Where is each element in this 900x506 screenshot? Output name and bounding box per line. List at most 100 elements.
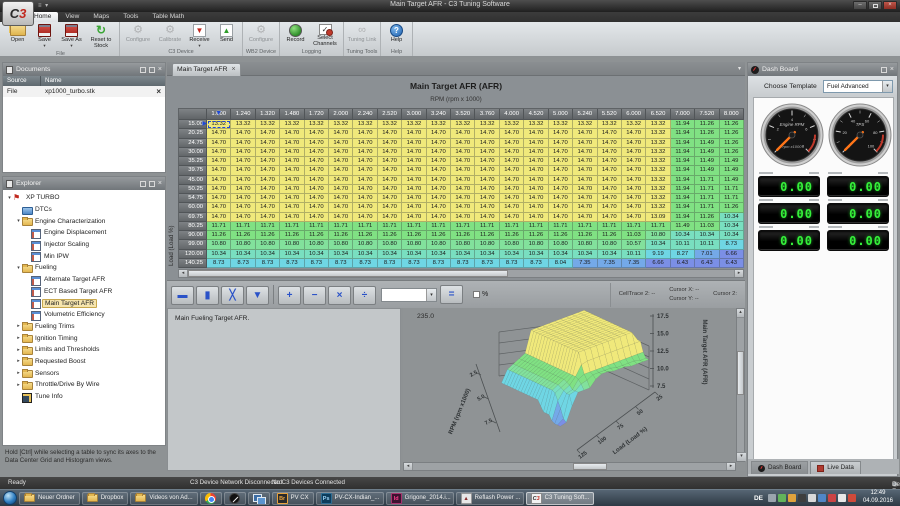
table-cell[interactable]: 14.70 bbox=[549, 194, 573, 203]
divide-button[interactable]: ÷ bbox=[353, 286, 376, 305]
table-cell[interactable]: 14.70 bbox=[549, 166, 573, 175]
expander-icon[interactable]: ▸ bbox=[15, 358, 22, 364]
taskbar-item-pv-cx[interactable]: BrPV CX bbox=[272, 492, 314, 505]
table-cell[interactable]: 14.70 bbox=[305, 203, 329, 212]
table-cell[interactable]: 14.70 bbox=[207, 194, 231, 203]
table-cell[interactable]: 8.73 bbox=[305, 259, 329, 268]
send-button[interactable]: ▲Send bbox=[213, 23, 240, 48]
tray-icon-7[interactable] bbox=[828, 494, 836, 502]
table-cell[interactable]: 14.70 bbox=[231, 194, 255, 203]
subtract-button[interactable]: − bbox=[303, 286, 326, 305]
tree-item-tune-info[interactable]: Tune Info bbox=[3, 391, 165, 403]
tree-item-xp-turbo[interactable]: ▾⚑XP TURBO bbox=[3, 192, 165, 204]
table-cell[interactable]: 14.70 bbox=[451, 185, 475, 194]
table-cell[interactable]: 10.80 bbox=[549, 240, 573, 249]
table-cell[interactable]: 11.49 bbox=[720, 157, 744, 166]
table-cell[interactable]: 14.70 bbox=[598, 194, 622, 203]
table-cell[interactable]: 10.80 bbox=[500, 240, 524, 249]
table-cell[interactable]: 10.34 bbox=[720, 231, 744, 240]
column-header-6.000[interactable]: 6.000 bbox=[622, 109, 646, 120]
table-cell[interactable]: 13.32 bbox=[646, 194, 670, 203]
tree-item-requested-boost[interactable]: ▸Requested Boost bbox=[3, 356, 165, 368]
table-cell[interactable]: 11.71 bbox=[475, 222, 499, 231]
table-cell[interactable]: 14.70 bbox=[573, 157, 597, 166]
table-cell[interactable]: 14.70 bbox=[427, 139, 451, 148]
table-cell[interactable]: 14.70 bbox=[573, 203, 597, 212]
table-cell[interactable]: 8.73 bbox=[378, 259, 402, 268]
table-cell[interactable]: 14.70 bbox=[573, 176, 597, 185]
table-cell[interactable]: 14.70 bbox=[598, 148, 622, 157]
table-cell[interactable]: 10.34 bbox=[695, 231, 719, 240]
table-cell[interactable]: 11.71 bbox=[427, 222, 451, 231]
tree-item-min-ipw[interactable]: Min IPW bbox=[3, 250, 165, 262]
table-cell[interactable]: 11.26 bbox=[695, 129, 719, 138]
ribbon-tab-maps[interactable]: Maps bbox=[86, 12, 116, 22]
expander-icon[interactable]: ▸ bbox=[15, 347, 22, 353]
table-cell[interactable]: 14.70 bbox=[256, 203, 280, 212]
expander-icon[interactable]: ▸ bbox=[15, 335, 22, 341]
table-cell[interactable]: 11.71 bbox=[695, 203, 719, 212]
column-header-5.000[interactable]: 5.000 bbox=[549, 109, 573, 120]
table-cell[interactable]: 10.80 bbox=[451, 240, 475, 249]
table-cell[interactable]: 11.26 bbox=[524, 231, 548, 240]
column-header-1.000[interactable]: 1.000▼ bbox=[207, 109, 231, 120]
table-cell[interactable]: 14.70 bbox=[427, 148, 451, 157]
table-cell[interactable]: 11.94 bbox=[671, 139, 695, 148]
panel-window-icon[interactable] bbox=[140, 67, 146, 73]
table-cell[interactable]: 14.70 bbox=[207, 213, 231, 222]
table-cell[interactable]: 14.70 bbox=[305, 139, 329, 148]
table-cell[interactable]: 14.70 bbox=[549, 203, 573, 212]
tree-item-throttle-drive-by-wire[interactable]: ▸Throttle/Drive By Wire bbox=[3, 379, 165, 391]
table-cell[interactable]: 14.70 bbox=[280, 157, 304, 166]
table-cell[interactable]: 11.94 bbox=[671, 194, 695, 203]
table-cell[interactable]: 14.70 bbox=[622, 139, 646, 148]
taskbar-item-c3-tuning-soft[interactable]: C3C3 Tuning Soft... bbox=[526, 492, 594, 505]
table-cell[interactable]: 8.73 bbox=[500, 259, 524, 268]
table-cell[interactable]: 11.94 bbox=[671, 148, 695, 157]
row-header-24.75[interactable]: 24.75 bbox=[179, 139, 207, 148]
receive-button[interactable]: ▼Receive▾ bbox=[186, 23, 213, 48]
table-cell[interactable]: 14.70 bbox=[378, 157, 402, 166]
table-cell[interactable]: 14.70 bbox=[598, 166, 622, 175]
scroll-right-icon[interactable]: ▸ bbox=[726, 463, 735, 470]
table-cell[interactable]: 14.70 bbox=[353, 139, 377, 148]
table-cell[interactable]: 11.71 bbox=[451, 222, 475, 231]
table-cell[interactable]: 14.70 bbox=[378, 139, 402, 148]
table-cell[interactable]: 9.19 bbox=[646, 250, 670, 259]
table-cell[interactable]: 11.26 bbox=[475, 231, 499, 240]
table-cell[interactable]: 14.70 bbox=[231, 139, 255, 148]
table-cell[interactable]: 14.70 bbox=[378, 166, 402, 175]
table-cell[interactable]: 14.70 bbox=[402, 166, 426, 175]
table-cell[interactable]: 14.70 bbox=[549, 213, 573, 222]
table-cell[interactable]: 14.70 bbox=[524, 166, 548, 175]
table-cell[interactable]: 14.70 bbox=[231, 203, 255, 212]
math-value-combobox[interactable]: ▾ bbox=[381, 288, 437, 302]
add-button[interactable]: + bbox=[278, 286, 301, 305]
column-header-5.240[interactable]: 5.240 bbox=[573, 109, 597, 120]
table-cell[interactable]: 11.94 bbox=[671, 176, 695, 185]
table-cell[interactable]: 10.80 bbox=[646, 231, 670, 240]
table-cell[interactable]: 10.80 bbox=[353, 240, 377, 249]
table-cell[interactable]: 11.49 bbox=[695, 157, 719, 166]
template-select[interactable]: Fuel Advanced ▾ bbox=[823, 80, 893, 93]
scroll-right-icon[interactable]: ▸ bbox=[734, 270, 743, 277]
table-cell[interactable]: 10.34 bbox=[549, 250, 573, 259]
table-cell[interactable]: 10.80 bbox=[598, 240, 622, 249]
table-cell[interactable]: 14.70 bbox=[451, 203, 475, 212]
document-close-icon[interactable]: × bbox=[156, 86, 161, 97]
table-cell[interactable]: 11.49 bbox=[671, 222, 695, 231]
multiply-button[interactable]: × bbox=[328, 286, 351, 305]
table-cell[interactable]: 14.70 bbox=[500, 157, 524, 166]
table-cell[interactable]: 13.32 bbox=[573, 120, 597, 129]
table-horizontal-scrollbar[interactable]: ◂ ▸ bbox=[178, 269, 744, 278]
table-cell[interactable]: 14.70 bbox=[427, 176, 451, 185]
taskbar-clock[interactable]: 12:49 04.09.2016 bbox=[859, 490, 897, 506]
panel-window-icon[interactable] bbox=[140, 181, 146, 187]
row-header-45.00[interactable]: 45.00 bbox=[179, 176, 207, 185]
chevron-down-icon[interactable]: ▾ bbox=[882, 81, 892, 92]
expander-icon[interactable]: ▸ bbox=[15, 323, 22, 329]
table-cell[interactable]: 14.70 bbox=[622, 213, 646, 222]
table-cell[interactable]: 11.26 bbox=[353, 231, 377, 240]
table-cell[interactable]: 14.70 bbox=[207, 157, 231, 166]
language-indicator[interactable]: DE bbox=[752, 495, 765, 502]
